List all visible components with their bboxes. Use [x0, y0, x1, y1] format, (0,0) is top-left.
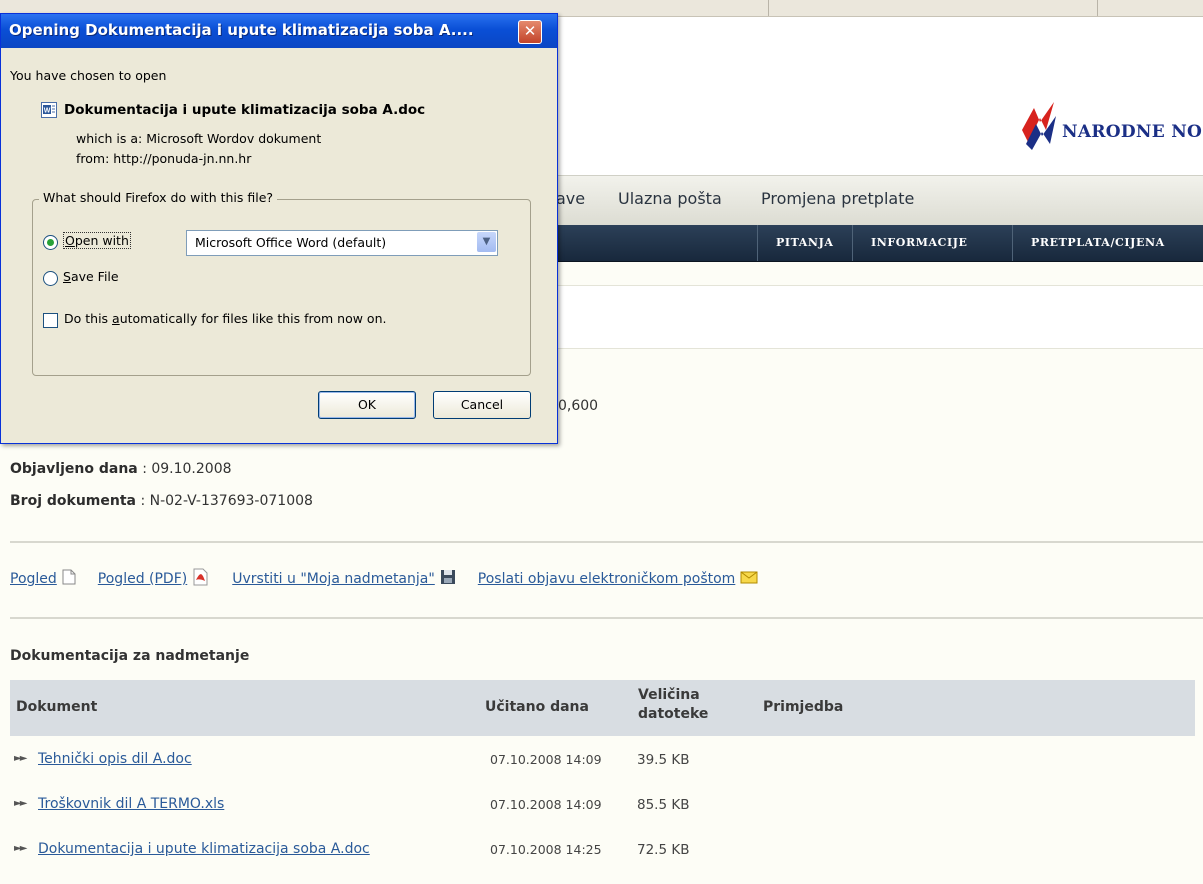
uploaded-date: 07.10.2008 14:09 — [490, 797, 602, 812]
auto-checkbox-label[interactable]: Do this automatically for files like thi… — [64, 311, 386, 326]
file-type: which is a: Microsoft Wordov dokument — [76, 131, 322, 146]
uploaded-date: 07.10.2008 14:25 — [490, 842, 602, 857]
document-link[interactable]: Troškovnik dil A TERMO.xls — [38, 796, 224, 812]
dialog-title: Opening Dokumentacija i upute klimatizac… — [9, 21, 474, 39]
save-file-label[interactable]: Save File — [63, 269, 119, 284]
published-label: Objavljeno dana — [10, 461, 138, 477]
auto-checkbox[interactable] — [43, 313, 58, 328]
nav-item-partial[interactable]: ave — [556, 189, 585, 208]
email-notice-link[interactable]: Poslati objavu elektroničkom poštom — [478, 571, 736, 587]
view-link[interactable]: Pogled — [10, 571, 57, 587]
action-group — [32, 199, 531, 376]
table-row: ►► Tehnički opis dil A.doc 07.10.2008 14… — [10, 744, 1195, 778]
column-header-size: Veličina datoteke — [638, 687, 709, 722]
application-select-value: Microsoft Office Word (default) — [195, 235, 387, 250]
document-number-line: Broj dokumenta : N-02-V-137693-071008 — [10, 493, 313, 509]
partial-value: 0,600 — [558, 398, 599, 414]
logo-text: NARODNE NO — [1062, 122, 1203, 142]
email-envelope-icon[interactable] — [740, 571, 758, 588]
add-to-my-tenders-link[interactable]: Uvrstiti u "Moja nadmetanja" — [232, 571, 435, 587]
nav-item-pretplata-cijena[interactable]: PRETPLATA/CIJENA — [1012, 225, 1183, 261]
file-open-dialog: Opening Dokumentacija i upute klimatizac… — [0, 13, 558, 444]
file-size: 72.5 KB — [637, 842, 690, 858]
svg-text:W: W — [44, 108, 51, 115]
divider — [10, 617, 1203, 619]
section-title: Dokumentacija za nadmetanje — [10, 648, 250, 664]
word-document-icon: W — [41, 102, 57, 118]
table-row: ►► Dokumentacija i upute klimatizacija s… — [10, 834, 1195, 868]
action-group-legend: What should Firefox do with this file? — [39, 190, 278, 205]
file-size: 85.5 KB — [637, 797, 690, 813]
column-header-uploaded: Učitano dana — [485, 699, 589, 715]
close-icon[interactable]: ✕ — [518, 20, 542, 44]
document-number-value: : N-02-V-137693-071008 — [140, 493, 313, 509]
pdf-icon[interactable] — [192, 568, 210, 590]
nav-item-ulazna-posta[interactable]: Ulazna pošta — [618, 189, 722, 208]
file-source: from: http://ponuda-jn.nn.hr — [76, 151, 252, 166]
published-value: : 09.10.2008 — [142, 461, 232, 477]
save-disk-icon[interactable] — [440, 569, 456, 589]
row-bullet-icon: ►► — [14, 753, 27, 764]
column-header-note: Primjedba — [763, 699, 844, 715]
action-links: Pogled Pogled (PDF) Uvrstiti u "Moja nad… — [10, 568, 780, 590]
document-icon[interactable] — [62, 569, 76, 589]
chevron-down-icon[interactable]: ▼ — [477, 232, 496, 252]
published-line: Objavljeno dana : 09.10.2008 — [10, 461, 232, 477]
view-pdf-link[interactable]: Pogled (PDF) — [98, 571, 187, 587]
row-bullet-icon: ►► — [14, 843, 27, 854]
intro-text: You have chosen to open — [10, 68, 167, 83]
file-name: Dokumentacija i upute klimatizacija soba… — [64, 102, 426, 118]
file-size: 39.5 KB — [637, 752, 690, 768]
document-link[interactable]: Tehnički opis dil A.doc — [38, 751, 192, 767]
save-file-radio[interactable] — [43, 271, 58, 286]
divider — [10, 541, 1203, 543]
open-with-radio[interactable] — [43, 235, 58, 250]
document-number-label: Broj dokumenta — [10, 493, 136, 509]
nav-item-promjena-pretplate[interactable]: Promjena pretplate — [761, 189, 914, 208]
nn-logo-icon — [1022, 102, 1056, 150]
site-logo[interactable]: NARODNE NO — [1020, 95, 1202, 155]
documents-table-header: Dokument Učitano dana Veličina datoteke … — [10, 680, 1195, 736]
application-select[interactable]: Microsoft Office Word (default) ▼ — [186, 230, 498, 256]
ok-button[interactable]: OK — [318, 391, 416, 419]
document-link[interactable]: Dokumentacija i upute klimatizacija soba… — [38, 841, 370, 857]
table-row: ►► Troškovnik dil A TERMO.xls 07.10.2008… — [10, 789, 1195, 823]
uploaded-date: 07.10.2008 14:09 — [490, 752, 602, 767]
open-with-label[interactable]: Open with — [63, 232, 131, 249]
dialog-titlebar[interactable]: Opening Dokumentacija i upute klimatizac… — [1, 14, 557, 48]
nav-item-pitanja[interactable]: PITANJA — [757, 225, 852, 261]
cancel-button[interactable]: Cancel — [433, 391, 531, 419]
row-bullet-icon: ►► — [14, 798, 27, 809]
column-header-document: Dokument — [16, 699, 98, 715]
toolbar-segment — [769, 0, 1098, 16]
nav-item-informacije[interactable]: INFORMACIJE — [852, 225, 986, 261]
